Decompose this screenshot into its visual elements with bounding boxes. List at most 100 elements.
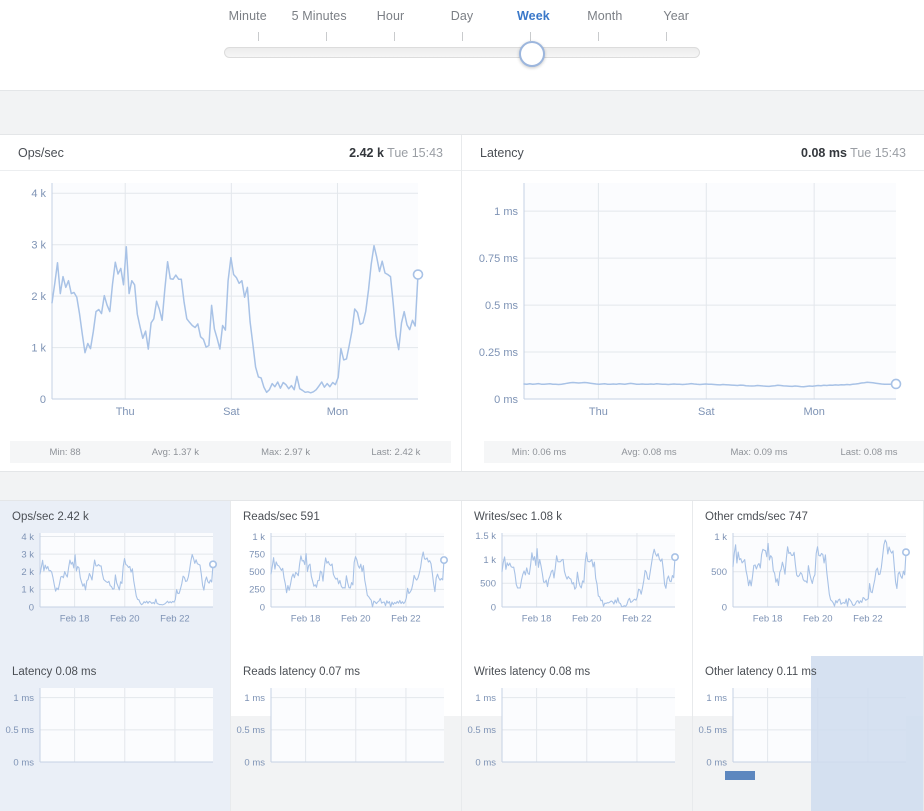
panel-title: Latency — [480, 145, 524, 160]
range-option-hour[interactable]: Hour — [355, 9, 426, 23]
svg-text:Feb 18: Feb 18 — [291, 614, 321, 625]
tile-hover-bar — [725, 771, 755, 780]
tile-chart: 0 250 500 750 1 k Feb 18 Feb 20 Feb 22 — [231, 527, 461, 627]
panel-latency: Latency 0.08 ms Tue 15:43 0 ms 0.25 ms 0.5… — [462, 135, 924, 471]
svg-text:Feb 20: Feb 20 — [803, 614, 833, 625]
time-range-selector: Minute 5 Minutes Hour Day Week Month Year — [0, 0, 924, 91]
metrics-dashboard: Minute 5 Minutes Hour Day Week Month Year Ops/… — [0, 0, 924, 811]
svg-text:500: 500 — [480, 579, 496, 590]
svg-text:0: 0 — [722, 602, 727, 613]
tile-title: Writes/sec 1.08 k — [474, 511, 562, 523]
svg-text:1 k: 1 k — [483, 555, 496, 566]
svg-text:4 k: 4 k — [21, 532, 34, 543]
range-option-year[interactable]: Year — [641, 9, 712, 23]
svg-text:3 k: 3 k — [21, 549, 34, 560]
svg-text:1 k: 1 k — [31, 342, 46, 354]
range-option-5-minutes[interactable]: 5 Minutes — [283, 9, 354, 23]
svg-text:Feb 22: Feb 22 — [391, 614, 421, 625]
svg-text:0 ms: 0 ms — [494, 394, 518, 406]
tile-hover-overlay — [811, 656, 923, 811]
svg-text:0.5 ms: 0.5 ms — [236, 725, 265, 736]
svg-text:Feb 22: Feb 22 — [853, 614, 883, 625]
tile-chart: 0 ms 0.5 ms 1 ms — [231, 682, 461, 782]
range-option-day[interactable]: Day — [426, 9, 497, 23]
stat-min: Min: 0.06 ms — [511, 446, 567, 458]
svg-text:0: 0 — [491, 602, 496, 613]
svg-text:Feb 18: Feb 18 — [753, 614, 783, 625]
range-option-month[interactable]: Month — [569, 9, 640, 23]
metric-tile-grid: Ops/sec 2.42 k 0 1 k 2 k 3 k 4 k Feb 18 Feb 20 F… — [0, 500, 924, 811]
metric-tile[interactable]: Ops/sec 2.42 k 0 1 k 2 k 3 k 4 k Feb 18 Feb 20 F… — [0, 501, 231, 656]
range-option-week[interactable]: Week — [498, 9, 569, 23]
svg-text:Feb 20: Feb 20 — [341, 614, 371, 625]
svg-text:0 ms: 0 ms — [475, 757, 496, 768]
svg-text:1 k: 1 k — [252, 532, 265, 543]
svg-text:Sat: Sat — [223, 406, 240, 418]
metric-tile[interactable]: Writes/sec 1.08 k 0 500 1 k 1.5 k Feb 18 Feb 2… — [462, 501, 693, 656]
slider-tick — [598, 32, 599, 41]
metric-tile[interactable]: Other latency 0.11 ms 0 ms 0.5 ms 1 ms — [693, 656, 924, 811]
tile-chart: 0 ms 0.5 ms 1 ms — [0, 682, 230, 782]
svg-text:500: 500 — [249, 567, 265, 578]
tile-chart: 0 1 k 2 k 3 k 4 k Feb 18 Feb 20 Feb 22 — [0, 527, 230, 627]
tile-title: Writes latency 0.08 ms — [474, 666, 591, 678]
svg-text:4 k: 4 k — [31, 188, 46, 200]
metric-tile[interactable]: Reads/sec 591 0 250 500 750 1 k Feb 18 Feb 20 Fe… — [231, 501, 462, 656]
latency-chart-plot[interactable]: 0 ms 0.25 ms 0.5 ms 0.75 ms 1 ms Thu Sat Mon — [462, 171, 924, 433]
svg-text:1 k: 1 k — [21, 585, 34, 596]
slider-tick — [530, 32, 531, 41]
stat-last: Last: 0.08 ms — [840, 446, 898, 458]
svg-text:0.5 ms: 0.5 ms — [485, 300, 519, 312]
tile-title: Ops/sec 2.42 k — [12, 511, 89, 523]
stat-max: Max: 0.09 ms — [730, 446, 788, 458]
panel-header: Ops/sec 2.42 k Tue 15:43 — [0, 135, 461, 171]
range-label-row: Minute 5 Minutes Hour Day Week Month Year — [212, 0, 712, 32]
tile-chart: 0 ms 0.5 ms 1 ms — [462, 682, 692, 782]
readout-value: 2.42 k — [349, 145, 384, 160]
svg-text:Mon: Mon — [803, 406, 824, 418]
readout-value: 0.08 ms — [801, 145, 847, 160]
slider-tick — [258, 32, 259, 41]
range-slider[interactable] — [224, 41, 700, 67]
svg-text:Feb 22: Feb 22 — [160, 614, 190, 625]
latency-stats-bar: Min: 0.06 ms Avg: 0.08 ms Max: 0.09 ms L… — [484, 441, 924, 463]
slider-tick — [666, 32, 667, 41]
svg-text:500: 500 — [711, 567, 727, 578]
panel-readout: 0.08 ms Tue 15:43 — [801, 146, 906, 160]
svg-text:0.5 ms: 0.5 ms — [467, 725, 496, 736]
svg-text:0.5 ms: 0.5 ms — [698, 725, 727, 736]
slider-handle[interactable] — [519, 41, 545, 67]
svg-text:0.75 ms: 0.75 ms — [479, 253, 519, 265]
tile-title: Reads/sec 591 — [243, 511, 320, 523]
stat-last: Last: 2.42 k — [371, 446, 421, 458]
svg-text:3 k: 3 k — [31, 240, 46, 252]
ops-chart-plot[interactable]: 0 1 k 2 k 3 k 4 k Thu Sat Mon — [0, 171, 461, 433]
tile-title: Other cmds/sec 747 — [705, 511, 808, 523]
tile-chart: 0 500 1 k Feb 18 Feb 20 Feb 22 — [693, 527, 923, 627]
panel-readout: 2.42 k Tue 15:43 — [349, 146, 443, 160]
metric-tile[interactable]: Reads latency 0.07 ms 0 ms 0.5 ms 1 ms — [231, 656, 462, 811]
svg-text:Feb 20: Feb 20 — [110, 614, 140, 625]
svg-text:0.25 ms: 0.25 ms — [479, 347, 519, 359]
metric-tile[interactable]: Other cmds/sec 747 0 500 1 k Feb 18 Feb 20 Feb… — [693, 501, 924, 656]
svg-text:250: 250 — [249, 585, 265, 596]
svg-text:2 k: 2 k — [21, 567, 34, 578]
stat-avg: Avg: 0.08 ms — [621, 446, 677, 458]
svg-text:Feb 22: Feb 22 — [622, 614, 652, 625]
svg-text:2 k: 2 k — [31, 291, 46, 303]
slider-track[interactable] — [224, 47, 700, 58]
svg-text:Thu: Thu — [116, 406, 135, 418]
stat-min: Min: 88 — [49, 446, 81, 458]
tile-title: Other latency 0.11 ms — [705, 666, 817, 678]
svg-text:1 ms: 1 ms — [244, 693, 265, 704]
svg-text:0 ms: 0 ms — [706, 757, 727, 768]
panel-ops-per-sec: Ops/sec 2.42 k Tue 15:43 0 1 k 2 k 3 k 4 k Th… — [0, 135, 462, 471]
metric-tile[interactable]: Latency 0.08 ms 0 ms 0.5 ms 1 ms — [0, 656, 231, 811]
primary-charts: Ops/sec 2.42 k Tue 15:43 0 1 k 2 k 3 k 4 k Th… — [0, 134, 924, 472]
range-tick-marks — [224, 32, 700, 42]
panel-title: Ops/sec — [18, 145, 64, 160]
readout-time: Tue 15:43 — [850, 145, 906, 160]
metric-tile[interactable]: Writes latency 0.08 ms 0 ms 0.5 ms 1 ms — [462, 656, 693, 811]
range-option-minute[interactable]: Minute — [212, 9, 283, 23]
svg-text:0: 0 — [29, 602, 34, 613]
